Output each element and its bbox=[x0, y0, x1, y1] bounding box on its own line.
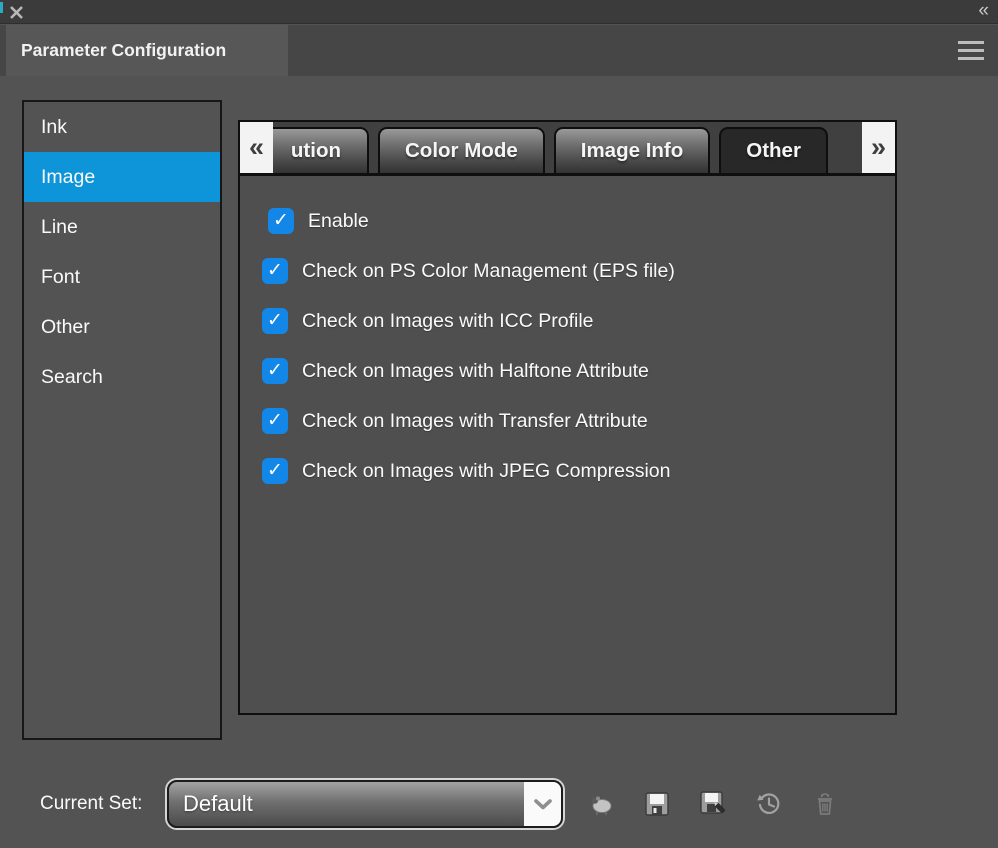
sidebar-item-line[interactable]: Line bbox=[24, 202, 220, 252]
title-bar: « bbox=[0, 0, 998, 24]
check-icon: ✓ bbox=[267, 361, 283, 380]
checkbox-icc-profile[interactable]: ✓ bbox=[262, 308, 288, 334]
option-label: Check on Images with JPEG Compression bbox=[302, 460, 670, 483]
save-set-as-icon[interactable] bbox=[697, 788, 729, 820]
check-icon: ✓ bbox=[267, 261, 283, 280]
option-row-jpeg-compression: ✓ Check on Images with JPEG Compression bbox=[240, 446, 895, 496]
checkbox-jpeg-compression[interactable]: ✓ bbox=[262, 458, 288, 484]
tab-other[interactable]: Other bbox=[719, 127, 828, 173]
tab-color-mode[interactable]: Color Mode bbox=[378, 127, 545, 173]
current-set-dropdown[interactable]: Default bbox=[167, 780, 563, 828]
sidebar-item-ink[interactable]: Ink bbox=[24, 102, 220, 152]
option-label: Check on Images with Halftone Attribute bbox=[302, 360, 649, 383]
sidebar-item-image[interactable]: Image bbox=[24, 152, 220, 202]
restore-history-icon[interactable] bbox=[753, 788, 785, 820]
check-icon: ✓ bbox=[267, 311, 283, 330]
current-set-value: Default bbox=[183, 782, 253, 826]
sidebar-item-font[interactable]: Font bbox=[24, 252, 220, 302]
current-set-label: Current Set: bbox=[40, 793, 142, 815]
delete-set-icon[interactable] bbox=[809, 788, 841, 820]
chevron-down-icon bbox=[524, 782, 561, 826]
option-label: Check on PS Color Management (EPS file) bbox=[302, 260, 675, 283]
option-label: Enable bbox=[308, 210, 369, 233]
clone-set-icon[interactable] bbox=[585, 788, 617, 820]
tab-scroll-left-icon[interactable]: « bbox=[240, 122, 273, 173]
check-icon: ✓ bbox=[267, 461, 283, 480]
tab-strip: ution Color Mode Image Info Other « » bbox=[240, 122, 895, 176]
save-set-icon[interactable] bbox=[641, 788, 673, 820]
tab-image-info[interactable]: Image Info bbox=[554, 127, 711, 173]
checkbox-halftone-attribute[interactable]: ✓ bbox=[262, 358, 288, 384]
option-row-icc-profile: ✓ Check on Images with ICC Profile bbox=[240, 296, 895, 346]
settings-panel: ution Color Mode Image Info Other « » ✓ … bbox=[238, 120, 897, 715]
check-icon: ✓ bbox=[267, 411, 283, 430]
check-icon: ✓ bbox=[273, 211, 289, 230]
tab-scroll-right-icon[interactable]: » bbox=[862, 122, 895, 173]
panel-menu-icon[interactable] bbox=[958, 41, 984, 60]
category-list: Ink Image Line Font Other Search bbox=[22, 100, 222, 740]
sidebar-item-other[interactable]: Other bbox=[24, 302, 220, 352]
option-row-ps-color-management: ✓ Check on PS Color Management (EPS file… bbox=[240, 246, 895, 296]
option-row-transfer-attribute: ✓ Check on Images with Transfer Attribut… bbox=[240, 396, 895, 446]
option-row-halftone-attribute: ✓ Check on Images with Halftone Attribut… bbox=[240, 346, 895, 396]
tabs-row: ution Color Mode Image Info Other bbox=[240, 122, 895, 173]
option-list: ✓ Enable ✓ Check on PS Color Management … bbox=[240, 176, 895, 496]
window-edge-accent bbox=[0, 2, 3, 13]
option-row-enable: ✓ Enable bbox=[240, 196, 895, 246]
checkbox-ps-color-management[interactable]: ✓ bbox=[262, 258, 288, 284]
option-label: Check on Images with Transfer Attribute bbox=[302, 410, 648, 433]
panel-title: Parameter Configuration bbox=[21, 40, 226, 61]
sidebar-item-search[interactable]: Search bbox=[24, 352, 220, 402]
panel-title-tab[interactable]: Parameter Configuration bbox=[6, 25, 288, 76]
checkbox-enable[interactable]: ✓ bbox=[268, 208, 294, 234]
panel-header: Parameter Configuration bbox=[0, 25, 998, 76]
checkbox-transfer-attribute[interactable]: ✓ bbox=[262, 408, 288, 434]
option-label: Check on Images with ICC Profile bbox=[302, 310, 594, 333]
collapse-panel-icon[interactable]: « bbox=[978, 0, 990, 24]
close-icon[interactable] bbox=[8, 4, 25, 21]
